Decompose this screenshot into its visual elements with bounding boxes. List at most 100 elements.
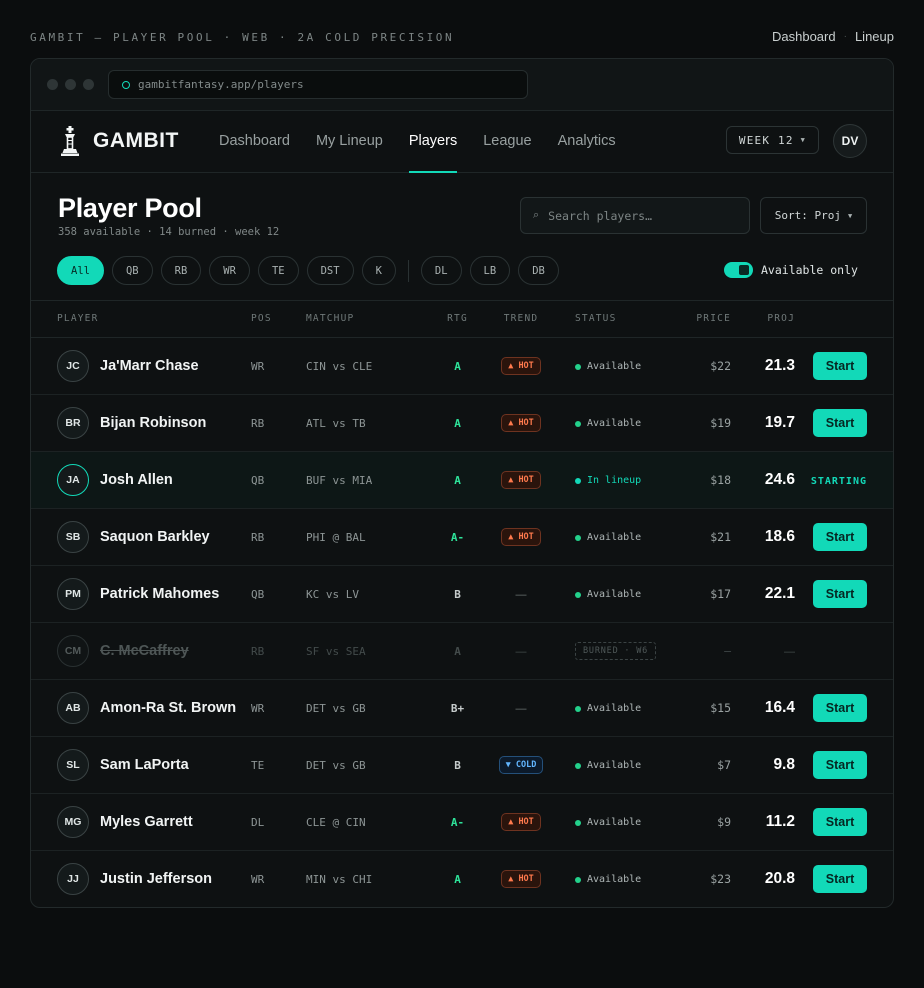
table-row[interactable]: PM Patrick Mahomes QB KC vs LV B — Avail… <box>31 565 893 623</box>
filter-chip-dst[interactable]: DST <box>306 256 354 285</box>
player-matchup: CIN vs CLE <box>306 359 373 373</box>
trend-none: — <box>515 588 527 601</box>
player-rating: A- <box>450 530 465 544</box>
column-header-matchup[interactable]: MATCHUP <box>306 301 434 338</box>
player-position: QB <box>251 473 265 487</box>
trend-hot-badge: ▲ HOT <box>501 413 541 432</box>
start-button[interactable]: Start <box>813 693 867 722</box>
filter-chip-rb[interactable]: RB <box>160 256 202 285</box>
player-name[interactable]: Patrick Mahomes <box>100 586 219 602</box>
window-maximize-dot[interactable] <box>83 79 94 90</box>
table-row[interactable]: SB Saquon Barkley RB PHI @ BAL A- ▲ HOT … <box>31 508 893 566</box>
filter-chip-te[interactable]: TE <box>257 256 299 285</box>
available-only-label: Available only <box>761 263 858 277</box>
start-button[interactable]: Start <box>813 750 867 779</box>
player-name[interactable]: Saquon Barkley <box>100 529 210 545</box>
player-name[interactable]: Ja'Marr Chase <box>100 358 199 374</box>
player-name[interactable]: Sam LaPorta <box>100 757 189 773</box>
user-avatar[interactable]: DV <box>833 124 867 158</box>
player-projection: 24.6 <box>764 470 795 488</box>
table-row[interactable]: JJ Justin Jefferson WR MIN vs CHI A ▲ HO… <box>31 850 893 907</box>
status-dot-icon <box>575 363 581 370</box>
player-name[interactable]: Justin Jefferson <box>100 871 212 887</box>
player-cell: PM Patrick Mahomes <box>57 577 251 610</box>
player-position: RB <box>251 644 265 658</box>
table-row[interactable]: SL Sam LaPorta TE DET vs GB B ▼ COLD Ava… <box>31 736 893 794</box>
start-button[interactable]: Start <box>813 408 867 437</box>
trend-hot-badge: ▲ HOT <box>501 869 541 888</box>
player-matchup: DET vs GB <box>306 701 366 715</box>
filter-chip-qb[interactable]: QB <box>111 256 153 285</box>
trend-hot-badge: ▲ HOT <box>501 527 541 546</box>
status-indicator: Available <box>575 589 641 600</box>
filter-chip-wr[interactable]: WR <box>209 256 250 285</box>
status-dot-icon <box>575 534 581 541</box>
status-label: In lineup <box>587 475 642 486</box>
start-button[interactable]: Start <box>813 864 867 893</box>
player-name[interactable]: Amon-Ra St. Brown <box>100 700 236 716</box>
table-row[interactable]: BR Bijan Robinson RB ATL vs TB A ▲ HOT A… <box>31 394 893 452</box>
column-header-price[interactable]: PRICE <box>671 301 731 338</box>
player-matchup: SF vs SEA <box>306 644 366 658</box>
address-bar[interactable]: gambitfantasy.app/players <box>108 70 528 99</box>
filter-chip-db[interactable]: DB <box>518 256 559 285</box>
trend-none: — <box>515 645 527 658</box>
available-only-toggle[interactable] <box>724 262 753 278</box>
start-button[interactable]: Start <box>813 351 867 380</box>
player-cell: JC Ja'Marr Chase <box>57 349 251 382</box>
table-row[interactable]: JA Josh Allen QB BUF vs MIA A ▲ HOT In l… <box>31 451 893 509</box>
player-name[interactable]: Josh Allen <box>100 472 173 488</box>
window-close-dot[interactable] <box>47 79 58 90</box>
brand-logo[interactable]: GAMBIT <box>57 125 179 157</box>
column-header-status[interactable]: STATUS <box>561 301 671 338</box>
starting-label: STARTING <box>810 475 867 487</box>
player-avatar: JJ <box>57 862 89 895</box>
player-cell: CM C. McCaffrey <box>57 634 251 667</box>
player-name[interactable]: Myles Garrett <box>100 814 193 830</box>
nav-links: Dashboard My Lineup Players League Analy… <box>219 111 616 173</box>
filter-chip-lb[interactable]: LB <box>469 256 511 285</box>
start-button[interactable]: Start <box>813 579 867 608</box>
top-link-dashboard[interactable]: Dashboard <box>772 29 836 44</box>
table-row[interactable]: JC Ja'Marr Chase WR CIN vs CLE A ▲ HOT A… <box>31 337 893 395</box>
column-header-pos[interactable]: POS <box>251 301 306 338</box>
search-input[interactable] <box>548 208 729 223</box>
player-price: $7 <box>717 757 731 772</box>
column-header-player[interactable]: PLAYER <box>31 301 251 338</box>
player-name[interactable]: C. McCaffrey <box>100 643 189 659</box>
table-row[interactable]: MG Myles Garrett DL CLE @ CIN A- ▲ HOT A… <box>31 793 893 851</box>
nav-link-my-lineup[interactable]: My Lineup <box>316 111 383 172</box>
player-rating: A <box>454 416 461 430</box>
status-indicator: Available <box>575 703 641 714</box>
search-box[interactable]: ⌕ <box>520 197 750 234</box>
sort-dropdown[interactable]: Sort: Proj ▼ <box>760 197 867 234</box>
window-minimize-dot[interactable] <box>65 79 76 90</box>
top-nav: GAMBIT Dashboard My Lineup Players Leagu… <box>31 111 893 173</box>
player-matchup: MIN vs CHI <box>306 872 373 886</box>
player-position: WR <box>251 701 265 715</box>
column-header-trend[interactable]: TREND <box>481 301 561 338</box>
nav-link-dashboard[interactable]: Dashboard <box>219 111 290 172</box>
column-header-rtg[interactable]: RTG <box>434 301 481 338</box>
nav-link-analytics[interactable]: Analytics <box>558 111 616 172</box>
table-header-row: PLAYER POS MATCHUP RTG TREND STATUS PRIC… <box>31 301 893 338</box>
top-link-lineup[interactable]: Lineup <box>855 29 894 44</box>
player-name[interactable]: Bijan Robinson <box>100 415 206 431</box>
nav-link-league[interactable]: League <box>483 111 531 172</box>
status-indicator: Available <box>575 760 641 771</box>
filter-chip-dl[interactable]: DL <box>420 256 462 285</box>
player-rating: A- <box>450 815 465 829</box>
filter-chip-k[interactable]: K <box>361 256 396 285</box>
start-button[interactable]: Start <box>813 807 867 836</box>
player-projection: 21.3 <box>764 356 795 374</box>
status-indicator: Available <box>575 874 641 885</box>
week-selector[interactable]: WEEK 12 ▼ <box>726 126 819 154</box>
column-header-proj[interactable]: PROJ <box>731 301 795 338</box>
table-row[interactable]: CM C. McCaffrey RB SF vs SEA A — BURNED … <box>31 622 893 680</box>
player-price: $17 <box>710 586 731 601</box>
filter-chip-all[interactable]: All <box>57 256 104 285</box>
table-row[interactable]: AB Amon-Ra St. Brown WR DET vs GB B+ — A… <box>31 679 893 737</box>
start-button[interactable]: Start <box>813 522 867 551</box>
nav-link-players[interactable]: Players <box>408 111 458 173</box>
player-price: $21 <box>710 529 731 544</box>
